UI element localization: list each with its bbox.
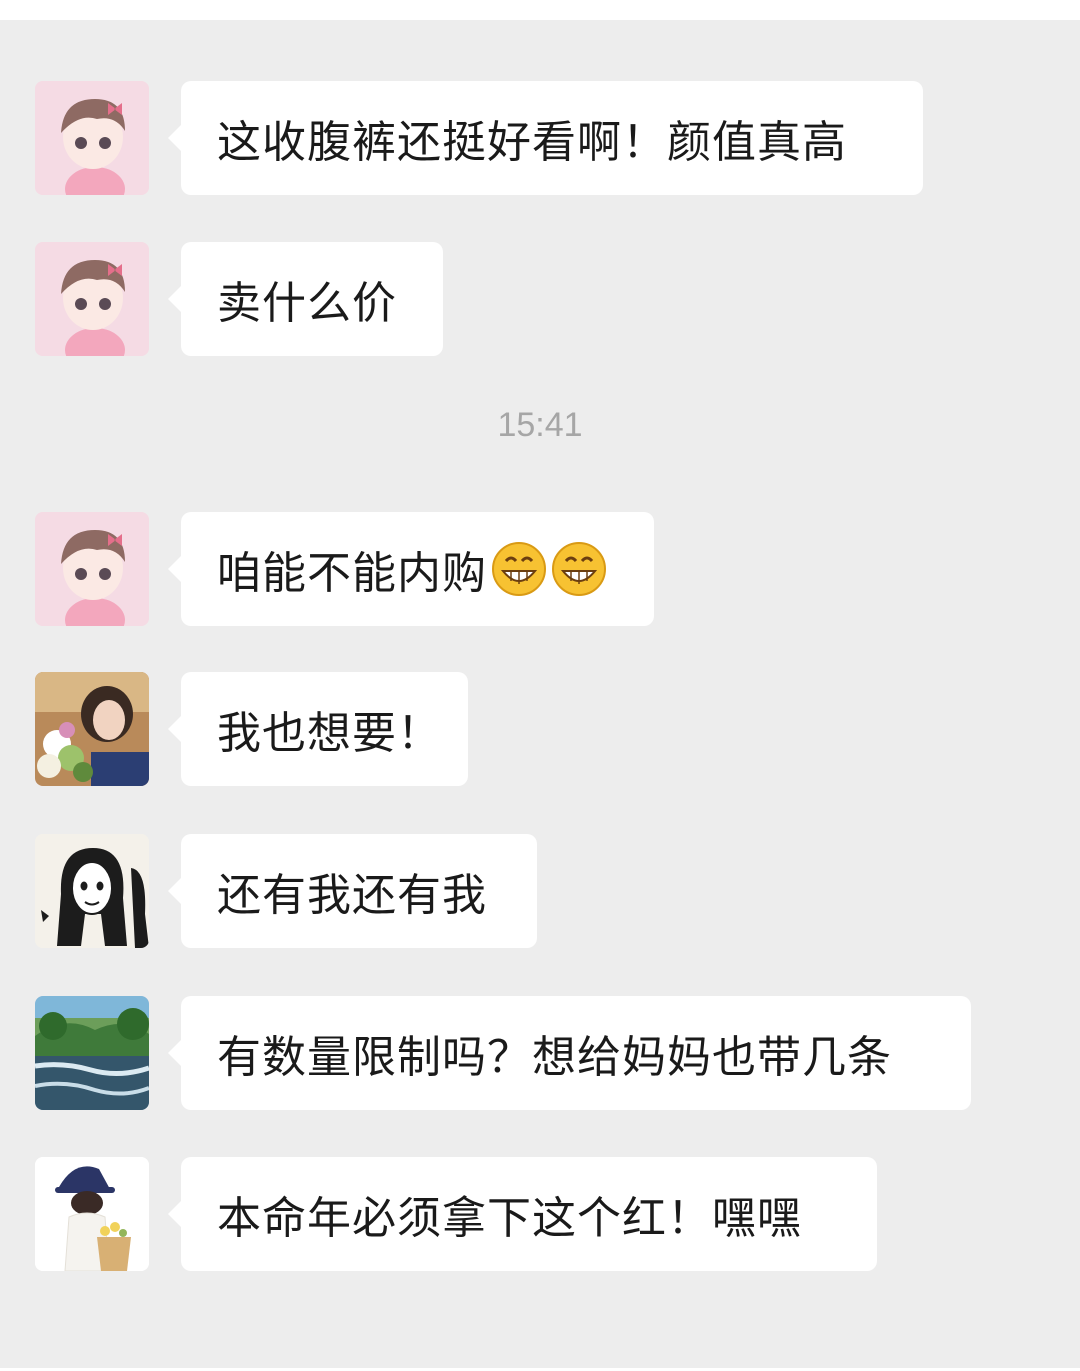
message-bubble[interactable]: 我也想要！ <box>168 672 468 786</box>
message-bubble[interactable]: 咱能不能内购 <box>168 512 654 626</box>
message-text: 我也想要！ <box>217 708 442 759</box>
message-bubble[interactable]: 还有我还有我 <box>168 834 537 948</box>
message-bubble[interactable]: 本命年必须拿下这个红！嘿嘿 <box>168 1157 877 1271</box>
message-text: 还有我还有我 <box>217 870 487 921</box>
grinning-face-emoji <box>492 542 546 596</box>
message-bubble[interactable]: 有数量限制吗？想给妈妈也带几条 <box>168 996 971 1110</box>
message-text: 这收腹裤还挺好看啊！颜值真高 <box>217 117 847 168</box>
woman-with-flowers-photo-avatar[interactable] <box>35 672 149 786</box>
message-text: 本命年必须拿下这个红！嘿嘿 <box>217 1193 802 1244</box>
girl-cartoon-avatar[interactable] <box>35 512 149 626</box>
message-text: 卖什么价 <box>217 278 397 329</box>
grinning-face-emoji <box>552 542 606 596</box>
message-text: 咱能不能内购 <box>217 548 487 599</box>
girl-cartoon-avatar[interactable] <box>35 242 149 356</box>
message-bubble[interactable]: 卖什么价 <box>168 242 443 356</box>
message-bubble[interactable]: 这收腹裤还挺好看啊！颜值真高 <box>168 81 923 195</box>
sketch-girl-avatar[interactable] <box>35 834 149 948</box>
timestamp: 15:41 <box>497 406 583 444</box>
river-landscape-avatar[interactable] <box>35 996 149 1110</box>
chat-area[interactable]: 这收腹裤还挺好看啊！颜值真高 卖什么价 15:41 咱能不能内购 我也想要！ 还… <box>0 20 1080 1368</box>
woman-in-bucket-hat-avatar[interactable] <box>35 1157 149 1271</box>
message-text: 有数量限制吗？想给妈妈也带几条 <box>217 1032 892 1083</box>
girl-cartoon-avatar[interactable] <box>35 81 149 195</box>
